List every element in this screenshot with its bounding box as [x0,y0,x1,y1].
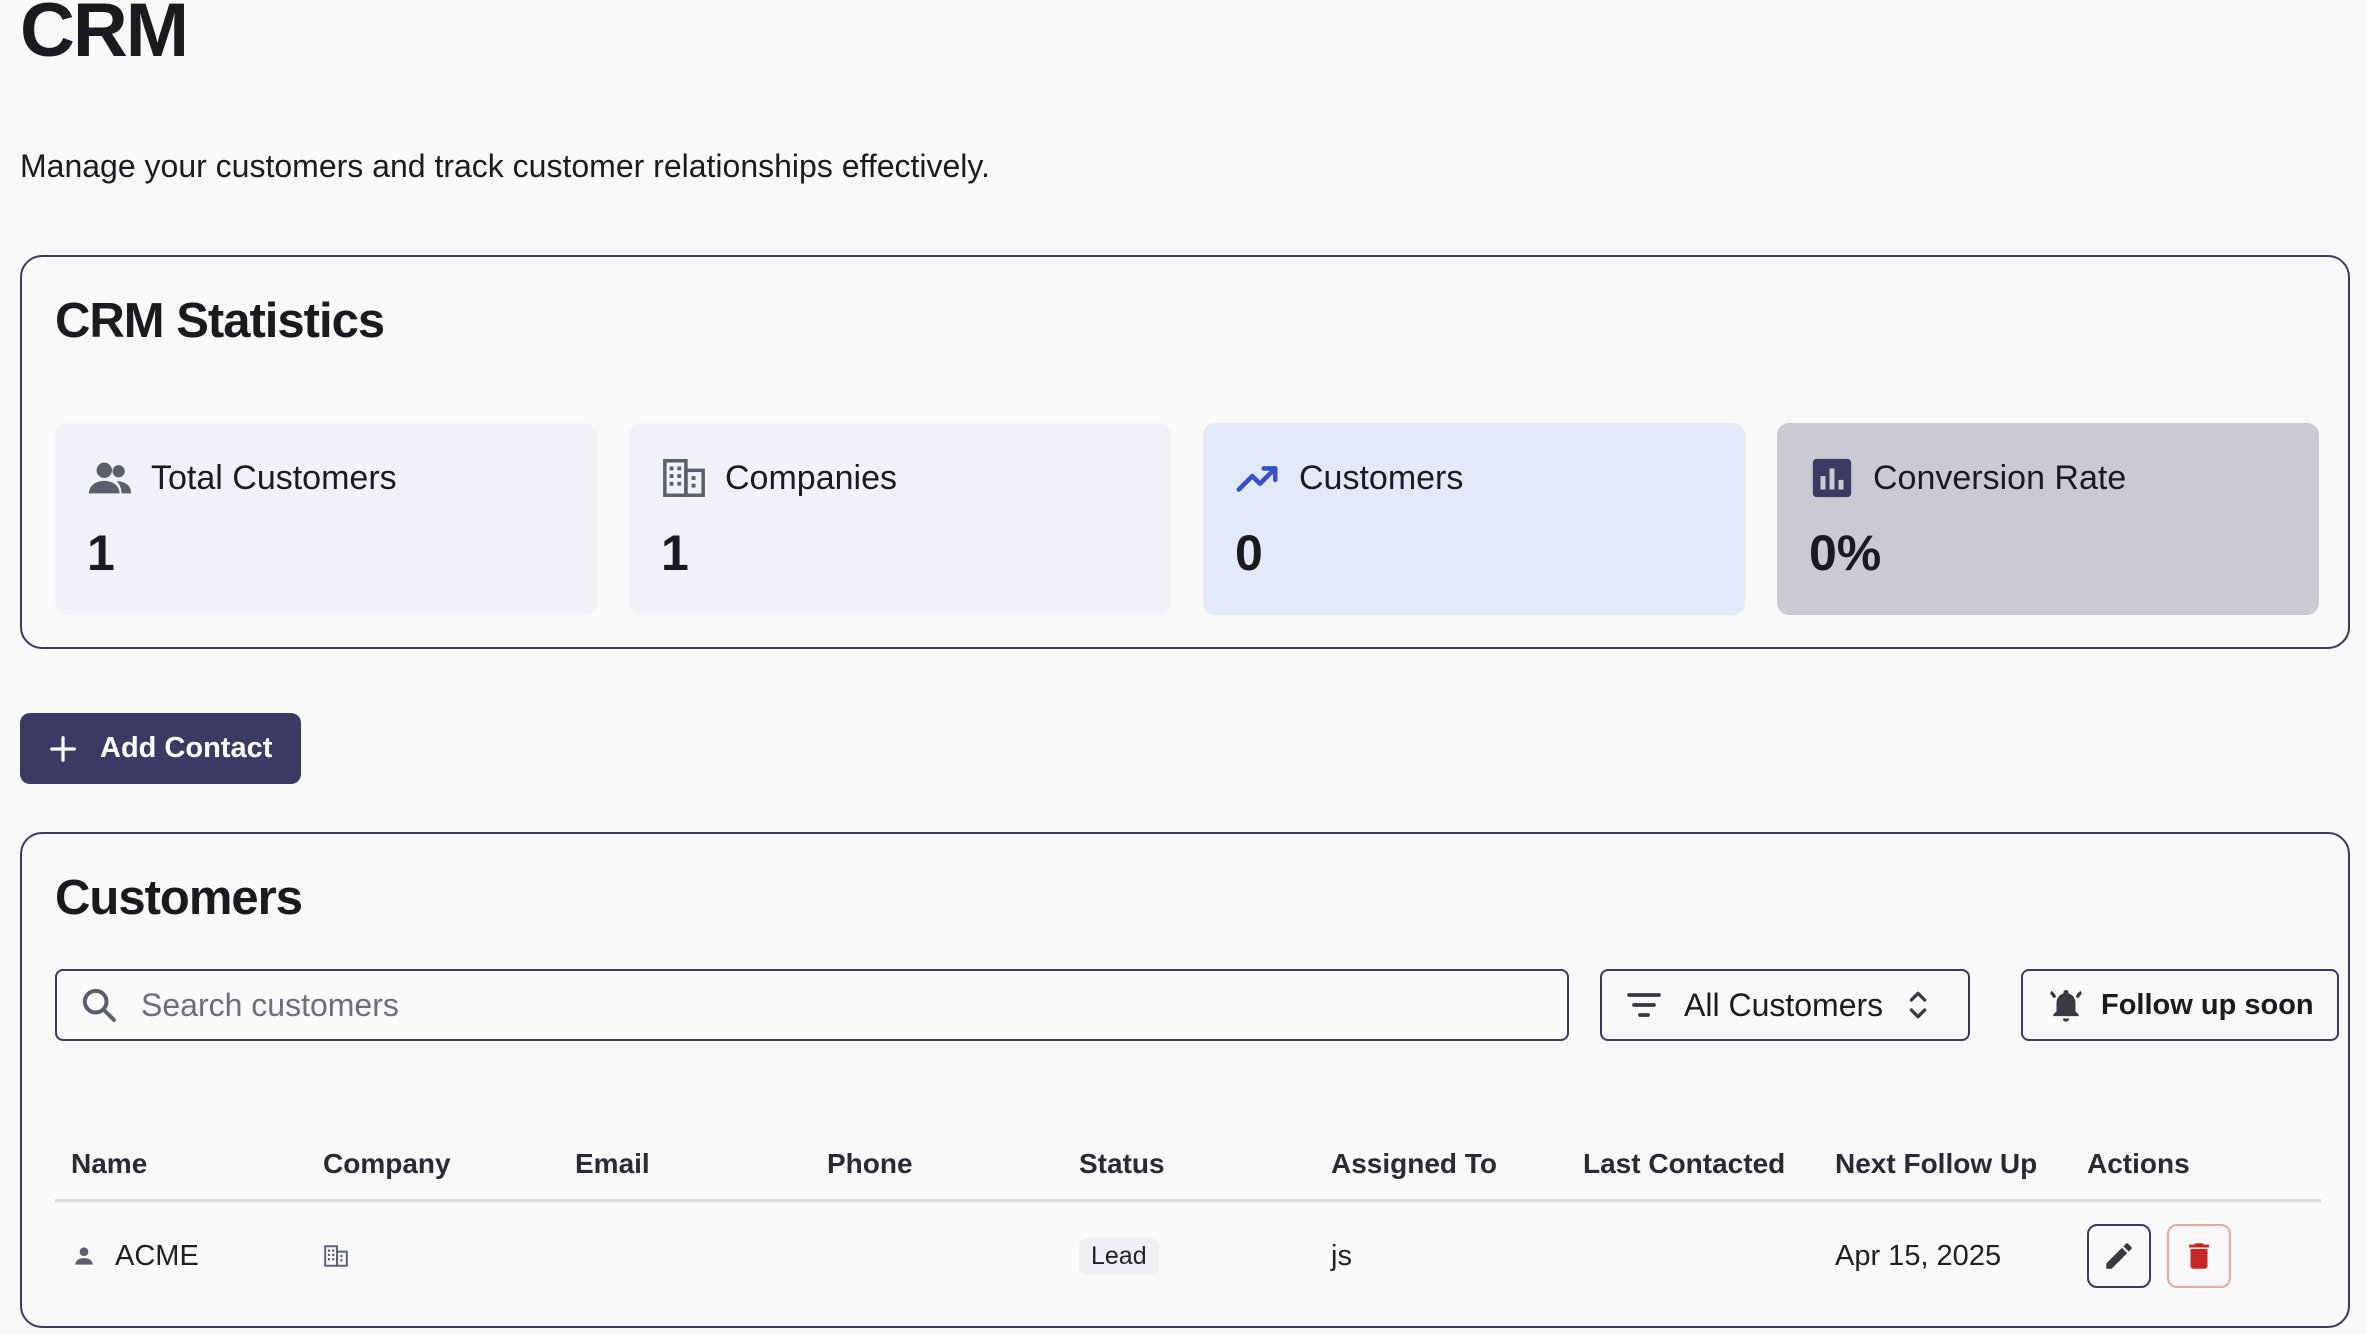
customer-name: ACME [115,1239,199,1272]
delete-button[interactable] [2167,1224,2231,1288]
trash-icon [2182,1239,2216,1273]
follow-up-soon-button[interactable]: Follow up soon [2021,969,2339,1041]
plus-icon [48,734,78,764]
person-icon [71,1243,115,1269]
column-header-actions: Actions [2087,1148,2190,1179]
crm-statistics-panel: CRM Statistics Total Customers 1 Compani… [20,255,2350,649]
table-row[interactable]: ACME Lead js Apr 15, 2025 [55,1202,2321,1310]
building-icon [661,455,707,501]
cell-next-follow-up: Apr 15, 2025 [1835,1239,2002,1272]
cell-assigned-to: js [1331,1239,1352,1272]
stat-label: Conversion Rate [1873,459,2127,497]
column-header-name[interactable]: Name [55,1148,307,1180]
column-header-assigned-to[interactable]: Assigned To [1315,1148,1567,1180]
column-header-email[interactable]: Email [559,1148,811,1180]
status-badge: Lead [1079,1237,1159,1275]
stat-label: Customers [1299,459,1464,497]
column-header-company[interactable]: Company [307,1148,559,1180]
stat-label: Total Customers [151,459,397,497]
cell-status: Lead [1063,1237,1315,1275]
customer-filter-select[interactable]: All Customers [1600,969,1970,1041]
stats-title: CRM Statistics [55,294,385,348]
trending-up-icon [1235,455,1281,501]
page-subtitle: Manage your customers and track customer… [20,148,990,184]
cell-actions [2071,1224,2323,1288]
bell-alert-icon [2023,986,2085,1024]
stat-cards: Total Customers 1 Companies 1 Customers … [55,423,2319,615]
stat-value: 0 [1235,525,1263,581]
filter-value: All Customers [1684,986,1884,1023]
edit-button[interactable] [2087,1224,2151,1288]
stat-card-customers: Customers 0 [1203,423,1745,615]
pencil-icon [2102,1239,2136,1273]
search-icon [57,985,119,1025]
cell-name: ACME [55,1240,307,1273]
follow-up-soon-label: Follow up soon [2101,988,2314,1021]
bar-chart-icon [1809,455,1855,501]
stat-card-conversion-rate: Conversion Rate 0% [1777,423,2319,615]
customers-panel: Customers All Customers [20,832,2350,1328]
stat-value: 1 [87,525,115,581]
column-header-phone[interactable]: Phone [811,1148,1063,1180]
add-contact-button[interactable]: Add Contact [20,713,301,784]
search-box [55,969,1569,1041]
customers-title: Customers [55,871,303,925]
filter-icon [1602,985,1664,1025]
table-header: Name Company Email Phone Status Assigned… [55,1129,2321,1202]
customers-toolbar: All Customers Follow up soon [55,969,2339,1041]
stat-card-companies: Companies 1 [629,423,1171,615]
users-icon [87,455,133,501]
stat-card-total-customers: Total Customers 1 [55,423,597,615]
column-header-status[interactable]: Status [1063,1148,1315,1180]
cell-company [307,1243,559,1269]
building-icon [323,1243,367,1269]
add-contact-label: Add Contact [100,732,273,764]
column-header-next-follow-up[interactable]: Next Follow Up [1819,1148,2071,1180]
search-input[interactable] [139,985,1543,1025]
crm-page: CRM Manage your customers and track cust… [0,0,2366,1334]
page-title: CRM [20,0,189,73]
column-header-last-contacted[interactable]: Last Contacted [1567,1148,1819,1180]
chevron-up-down-icon [1883,985,1931,1025]
stat-label: Companies [725,459,897,497]
customers-table: Name Company Email Phone Status Assigned… [55,1129,2321,1310]
stat-value: 0% [1809,525,1882,581]
stat-value: 1 [661,525,689,581]
